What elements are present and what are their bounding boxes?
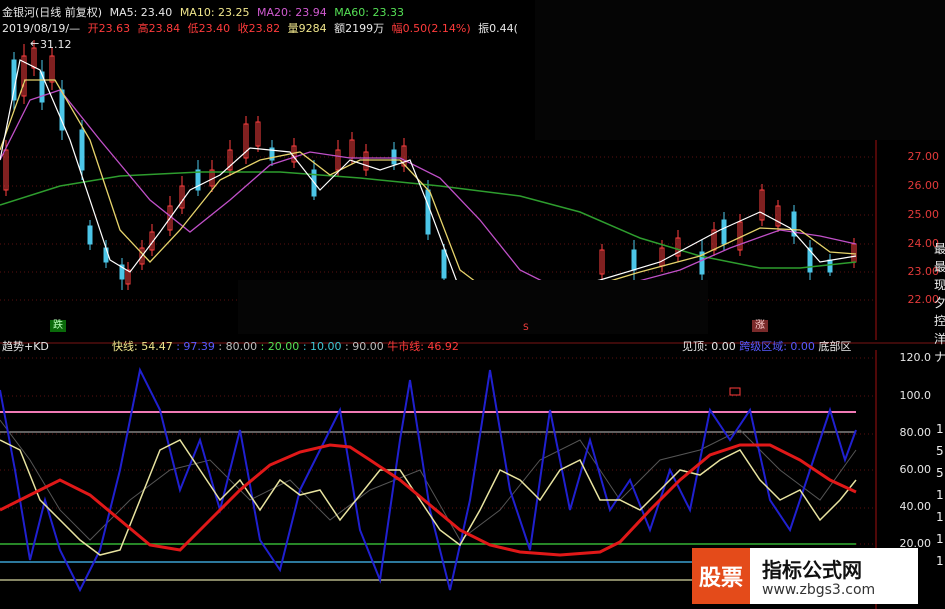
edge-char: 最 [934, 242, 945, 256]
occlusion-middle [238, 280, 708, 334]
edge-char: 夕 [934, 296, 945, 310]
price-axis-tick: 25.00 [907, 208, 940, 221]
s-tag: S [523, 323, 529, 333]
edge-char: 洋 [934, 332, 945, 346]
edge-char: 1 [936, 532, 944, 546]
edge-char: 控 [934, 314, 945, 328]
edge-char: 最 [934, 260, 945, 274]
indicator-right-edge-labels: 1 5 5 1 1 1 1 [936, 418, 945, 572]
watermark-url: www.zbgs3.com [762, 582, 876, 598]
watermark-logo: 股票 [692, 548, 750, 604]
indicator-axis-tick: 60.00 [899, 463, 932, 476]
watermark-title: 指标公式网 [762, 558, 862, 582]
price-right-edge-labels: 最 最 现 夕 控 洋 ナ [934, 240, 945, 366]
indicator-axis-tick: 80.00 [899, 426, 932, 439]
indicator-axis-tick: 100.0 [899, 389, 932, 402]
edge-char: ナ [934, 350, 945, 364]
edge-char: 5 [936, 444, 944, 458]
edge-char: 5 [936, 466, 944, 480]
candlesticks [3, 40, 857, 290]
watermark-text-box: 指标公式网 www.zbgs3.com [750, 548, 918, 604]
indicator-axis-tick: 40.00 [899, 500, 932, 513]
edge-char: 现 [934, 278, 945, 292]
drop-tag: 跌 [50, 320, 66, 332]
price-axis-tick: 26.00 [907, 179, 940, 192]
edge-char: 1 [936, 554, 944, 568]
watermark-banner[interactable]: 股票 指标公式网 www.zbgs3.com [692, 548, 918, 604]
rise-tag: 涨 [752, 320, 768, 332]
edge-char: 1 [936, 510, 944, 524]
svg-text:←: ← [30, 37, 39, 50]
peak-price-label: 31.12 [40, 38, 72, 51]
price-axis-tick: 27.00 [907, 150, 940, 163]
indicator-axis-tick: 120.0 [899, 351, 932, 364]
edge-char: 1 [936, 422, 944, 436]
edge-char: 1 [936, 488, 944, 502]
